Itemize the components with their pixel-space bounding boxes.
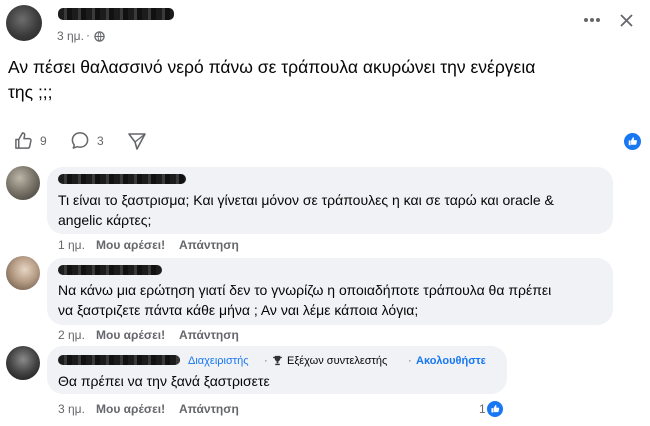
top-contributor-badge[interactable]: Εξέχων συντελεστής (287, 355, 387, 367)
comment-time[interactable]: 3 ημ. (58, 402, 85, 416)
share-icon[interactable] (127, 131, 147, 151)
comment-like-button[interactable]: Μου αρέσει! (96, 328, 165, 342)
comment-like-button[interactable]: Μου αρέσει! (96, 238, 165, 252)
admin-badge[interactable]: Διαχειριστής (188, 355, 249, 367)
comment-like-button[interactable]: Μου αρέσει! (96, 402, 165, 416)
like-count: 9 (40, 134, 47, 148)
post-text-line-2: της ;;; (8, 82, 53, 102)
comment-bubble-icon (70, 131, 90, 150)
follow-button[interactable]: Ακολουθήστε (416, 355, 486, 367)
badge-separator: · (264, 355, 268, 367)
commenter-name-redacted[interactable] (58, 174, 186, 184)
commenter-name-redacted[interactable] (58, 355, 180, 365)
comment-count: 3 (97, 134, 104, 148)
comment-avatar[interactable] (6, 346, 40, 380)
comment-text-line-1: Θα πρέπει να την ξανά ξαστρισετε (58, 373, 270, 389)
trophy-icon (272, 355, 283, 366)
like-reaction-icon[interactable] (487, 401, 503, 417)
comment-text-line-1: Να κάνω μια ερώτηση γιατί δεν το γνωρίζω… (58, 282, 552, 298)
comment-time[interactable]: 1 ημ. (58, 238, 85, 252)
post-author-name-redacted[interactable] (58, 8, 174, 20)
comment-action[interactable]: 3 (70, 131, 110, 151)
comment-text-line-1: Τι είναι το ξαστρισμα; Και γίνεται μόνον… (58, 192, 554, 208)
comment-avatar[interactable] (6, 166, 40, 200)
comment-reply-button[interactable]: Απάντηση (179, 328, 239, 342)
close-icon[interactable] (620, 14, 633, 27)
commenter-name-redacted[interactable] (58, 265, 162, 275)
comment-reply-button[interactable]: Απάντηση (179, 238, 239, 252)
like-action[interactable]: 9 (14, 131, 54, 151)
reaction-count[interactable]: 1 (479, 402, 486, 416)
post-author-avatar[interactable] (6, 5, 42, 41)
like-reaction-icon (624, 133, 641, 150)
comment-text-line-2: angelic κάρτες; (58, 212, 152, 228)
comment-reply-button[interactable]: Απάντηση (179, 402, 239, 416)
badge-separator: · (408, 355, 412, 367)
comment-avatar[interactable] (6, 256, 40, 290)
post-timestamp[interactable]: 3 ημ. (57, 29, 84, 43)
comment-text-line-2: να ξαστριζετε πάντα κάθε μήνα ; Αν ναι λ… (58, 302, 419, 318)
thumbs-up-icon (14, 131, 33, 150)
comment-time[interactable]: 2 ημ. (58, 328, 85, 342)
globe-icon (94, 31, 105, 42)
more-dots-icon[interactable] (583, 17, 601, 23)
dot-separator: · (86, 28, 90, 42)
post-text-line-1: Αν πέσει θαλασσινό νερό πάνω σε τράπουλα… (8, 57, 536, 77)
